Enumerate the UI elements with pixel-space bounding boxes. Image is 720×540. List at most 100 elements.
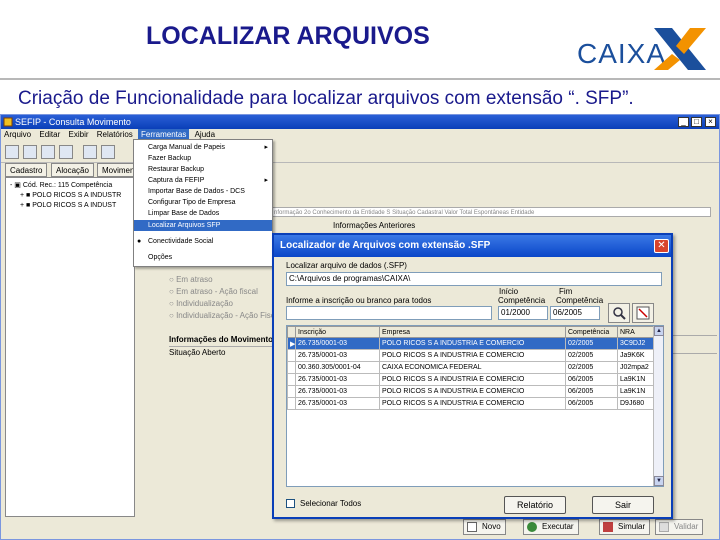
document-icon: ■ [26, 202, 31, 209]
tree-item-label: POLO RICOS S A INDUSTR [32, 192, 122, 199]
execute-button[interactable]: Executar [523, 519, 579, 535]
menu-item-carga-manual[interactable]: Carga Manual de Papeis ▸ [134, 142, 272, 153]
radio-individualizacao-acao-fiscal[interactable]: ○ Individualização - Ação Fiscal [169, 311, 281, 320]
column-header-competencia[interactable]: Competência [565, 326, 618, 338]
tree-expander[interactable]: - [10, 182, 12, 189]
cell-inscricao: 26.735/0001-03 [295, 373, 380, 386]
tree-expander[interactable]: + [20, 192, 24, 199]
clear-filter-button[interactable] [632, 303, 654, 323]
column-header-nra[interactable]: NRA [617, 326, 654, 338]
tree-expander[interactable]: + [20, 202, 24, 209]
menu-item-opcoes[interactable]: Opções [134, 252, 272, 263]
menu-item-label: Opções [148, 254, 173, 261]
window-title: SEFIP - Consulta Movimento [15, 117, 131, 127]
menu-item-label: Conectividade Social [148, 238, 214, 245]
menu-item-limpar-base[interactable]: Limpar Base de Dados [134, 208, 272, 219]
end-label-bottom: Competência [556, 296, 604, 305]
tab-cadastro[interactable]: Cadastro [5, 163, 48, 177]
table-row[interactable]: ▶ 26.735/0001-03 POLO RICOS S A INDUSTRI… [287, 337, 654, 350]
menu-item-label: Carga Manual de Papeis [148, 144, 226, 151]
validate-button[interactable]: Validar [655, 519, 704, 535]
results-grid: Inscrição Empresa Competência NRA ▶ 26.7… [286, 325, 664, 487]
table-row[interactable]: 26.735/0001-03 POLO RICOS S A INDUSTRIA … [287, 397, 654, 410]
validate-button-label: Validar [674, 522, 699, 531]
situation-label: Situação [169, 348, 201, 357]
cell-empresa: POLO RICOS S A INDUSTRIA E COMERCIO [379, 385, 566, 398]
refresh-icon[interactable] [83, 145, 97, 159]
tools-dropdown-menu: Carga Manual de Papeis ▸ Fazer Backup Res… [133, 139, 273, 267]
end-competencia-input[interactable]: 06/2005 [550, 306, 600, 320]
minimize-button[interactable]: _ [678, 117, 689, 127]
folder-icon: ▣ [14, 182, 21, 189]
radio-em-atraso-acao-fiscal[interactable]: ○ Em atraso - Ação fiscal [169, 287, 258, 296]
table-row[interactable]: 26.735/0001-03 POLO RICOS S A INDUSTRIA … [287, 385, 654, 398]
scroll-up-icon[interactable]: ▲ [654, 326, 664, 336]
print-icon[interactable] [59, 145, 73, 159]
table-row[interactable]: 00.360.305/0001-04 CAIXA ECONOMICA FEDER… [287, 361, 654, 374]
table-row[interactable]: 26.735/0001-03 POLO RICOS S A INDUSTRIA … [287, 373, 654, 386]
simulate-button[interactable]: Simular [599, 519, 651, 535]
execute-button-label: Executar [542, 522, 574, 531]
column-header-empresa[interactable]: Empresa [379, 326, 566, 338]
validate-icon [659, 522, 669, 532]
tree-item-label: Cód. Rec.: 115 Competência [22, 182, 113, 189]
close-window-button[interactable]: × [705, 117, 716, 127]
menu-item-conectividade-social[interactable]: ● Conectividade Social [134, 236, 272, 247]
location-input[interactable]: C:\Arquivos de programas\CAIXA\ [286, 272, 662, 286]
menu-arquivo[interactable]: Arquivo [1, 129, 34, 141]
exit-button[interactable]: Sair [592, 496, 654, 514]
menu-item-importar-base[interactable]: Importar Base de Dados - DCS [134, 186, 272, 197]
menu-item-label: Fazer Backup [148, 155, 192, 162]
cell-inscricao: 26.735/0001-03 [295, 397, 380, 410]
search-button[interactable] [608, 303, 630, 323]
cell-competencia: 06/2005 [565, 373, 618, 386]
cnpj-input[interactable] [286, 306, 492, 320]
select-all-label: Selecionar Todos [300, 499, 362, 508]
dialog-close-button[interactable]: ✕ [654, 239, 669, 253]
globe-icon: ● [137, 238, 142, 245]
cell-nra: 3C9DJ2 [617, 337, 654, 350]
tree-item[interactable]: - ▣ Cód. Rec.: 115 Competência [10, 181, 112, 190]
summary-field: nformação 2o Conhecimento da Entidade S … [271, 207, 711, 217]
help-icon[interactable] [101, 145, 115, 159]
table-row[interactable]: 26.735/0001-03 POLO RICOS S A INDUSTRIA … [287, 349, 654, 362]
menu-item-localizar-arquivos[interactable]: Localizar Arquivos SFP [134, 220, 272, 231]
scroll-down-icon[interactable]: ▼ [654, 476, 664, 486]
radio-em-atraso[interactable]: ○ Em atraso [169, 275, 213, 284]
cell-empresa: POLO RICOS S A INDUSTRIA E COMERCIO [379, 373, 566, 386]
menu-item-fazer-backup[interactable]: Fazer Backup [134, 153, 272, 164]
row-marker [287, 349, 296, 362]
start-competencia-input[interactable]: 01/2000 [498, 306, 548, 320]
menu-relatorios[interactable]: Relatórios [94, 129, 136, 141]
menu-editar[interactable]: Editar [36, 129, 63, 141]
app-icon [3, 117, 13, 127]
radio-individualizacao[interactable]: ○ Individualização [169, 299, 233, 308]
new-file-icon[interactable] [5, 145, 19, 159]
tree-item-label: POLO RICOS S A INDUST [32, 202, 117, 209]
simulate-button-label: Simular [618, 522, 646, 531]
situation-value: Aberto [201, 348, 226, 357]
open-folder-icon[interactable] [23, 145, 37, 159]
menu-item-configurar-tipo[interactable]: Configurar Tipo de Empresa [134, 197, 272, 208]
menu-exibir[interactable]: Exibir [66, 129, 92, 141]
submenu-arrow-icon: ▸ [264, 177, 268, 184]
results-scrollbar[interactable]: ▲ ▼ [653, 326, 664, 486]
start-label-bottom: Competência [498, 296, 546, 305]
tree-item[interactable]: + ■ POLO RICOS S A INDUST [20, 201, 116, 210]
menu-item-restaurar-backup[interactable]: Restaurar Backup [134, 164, 272, 175]
select-all-checkbox[interactable] [286, 499, 295, 508]
new-button[interactable]: Novo [463, 519, 506, 535]
tab-alocacao[interactable]: Alocação [51, 163, 94, 177]
save-icon[interactable] [41, 145, 55, 159]
column-header-inscricao[interactable]: Inscrição [295, 326, 380, 338]
tree-item[interactable]: + ■ POLO RICOS S A INDUSTR [20, 191, 121, 200]
radio-label: Em atraso [176, 275, 213, 284]
menu-item-label: Captura da FEFIP [148, 177, 205, 184]
report-button[interactable]: Relatório [504, 496, 566, 514]
menu-item-captura[interactable]: Captura da FEFIP ▸ [134, 175, 272, 186]
cell-competencia: 02/2005 [565, 337, 618, 350]
search-icon [613, 307, 626, 320]
maximize-button[interactable]: □ [691, 117, 702, 127]
clear-filter-icon [636, 306, 650, 320]
dialog-titlebar: Localizador de Arquivos com extensão .SF… [274, 235, 671, 257]
